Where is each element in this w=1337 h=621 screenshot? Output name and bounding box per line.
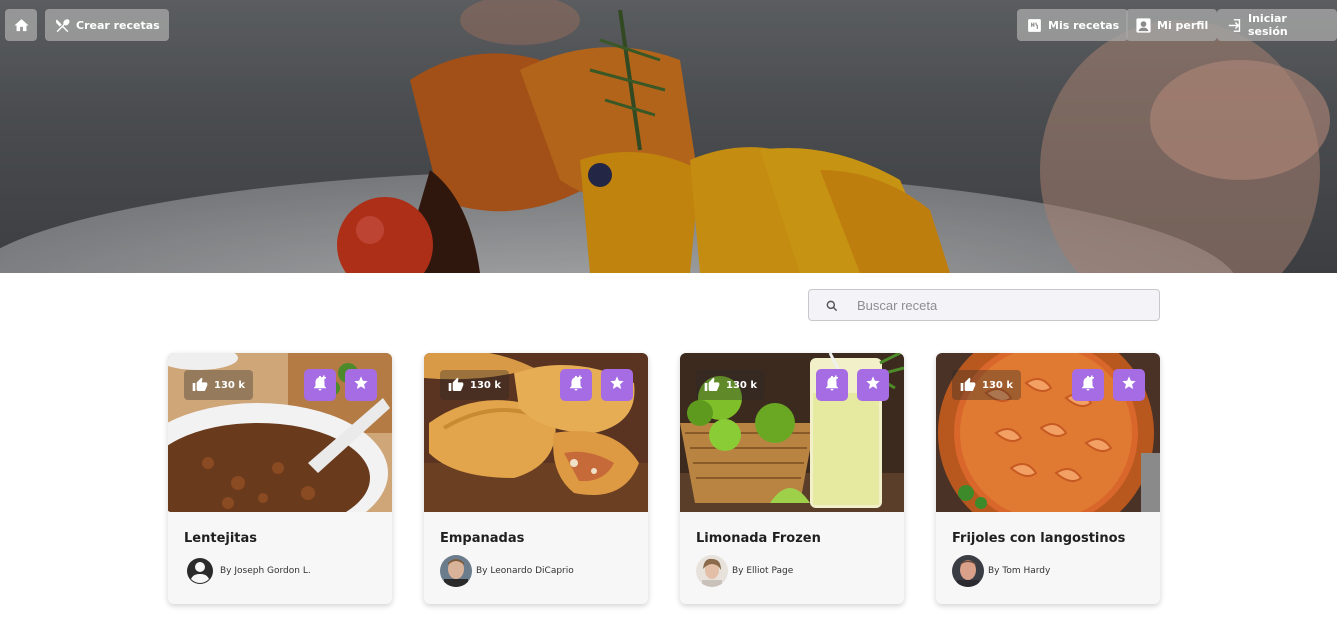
recipe-author[interactable]: By Elliot Page bbox=[696, 555, 793, 587]
thumbs-up-icon bbox=[960, 377, 976, 393]
star-icon bbox=[609, 375, 625, 395]
favorite-button[interactable] bbox=[857, 369, 889, 401]
bell-plus-icon bbox=[567, 374, 585, 396]
author-name: By Joseph Gordon L. bbox=[220, 566, 311, 576]
profile-icon bbox=[1135, 17, 1152, 34]
mi-perfil-button[interactable]: Mi perfil bbox=[1126, 9, 1218, 41]
mis-recetas-button[interactable]: Mis recetas bbox=[1017, 9, 1129, 41]
recipe-card[interactable]: 130 k Frijoles con langostinos By Tom Ha… bbox=[936, 353, 1160, 604]
favorite-button[interactable] bbox=[601, 369, 633, 401]
recipe-title: Limonada Frozen bbox=[696, 531, 821, 546]
crear-recetas-label: Crear recetas bbox=[76, 18, 160, 32]
search-icon bbox=[825, 298, 839, 312]
recipe-card[interactable]: 130 k Lentejitas By Joseph Gordon L. bbox=[168, 353, 392, 604]
recipe-card[interactable]: 130 k Empanadas By Leonardo DiCaprio bbox=[424, 353, 648, 604]
home-icon bbox=[13, 17, 30, 34]
mi-perfil-label: Mi perfil bbox=[1157, 18, 1209, 32]
thumbs-up-icon bbox=[448, 377, 464, 393]
likes-count: 130 k bbox=[726, 379, 758, 391]
notify-button[interactable] bbox=[560, 369, 592, 401]
avatar bbox=[952, 555, 984, 587]
search-bar bbox=[808, 289, 1160, 321]
likes-badge[interactable]: 130 k bbox=[696, 370, 766, 400]
login-icon bbox=[1226, 17, 1243, 34]
likes-count: 130 k bbox=[214, 379, 246, 391]
star-icon bbox=[353, 375, 369, 395]
bell-plus-icon bbox=[311, 374, 329, 396]
crear-recetas-button[interactable]: Crear recetas bbox=[45, 9, 169, 41]
user-circle-icon bbox=[184, 555, 216, 587]
search-input[interactable] bbox=[857, 297, 1147, 313]
likes-count: 130 k bbox=[470, 379, 502, 391]
bell-plus-icon bbox=[1079, 374, 1097, 396]
iniciar-sesion-button[interactable]: Iniciar sesión bbox=[1217, 9, 1337, 41]
thumbs-up-icon bbox=[192, 377, 208, 393]
iniciar-sesion-label: Iniciar sesión bbox=[1248, 12, 1288, 38]
thumbs-up-icon bbox=[704, 377, 720, 393]
favorite-button[interactable] bbox=[1113, 369, 1145, 401]
favorite-button[interactable] bbox=[345, 369, 377, 401]
recipe-author[interactable]: By Joseph Gordon L. bbox=[184, 555, 311, 587]
recipe-title: Frijoles con langostinos bbox=[952, 531, 1126, 546]
author-name: By Leonardo DiCaprio bbox=[476, 566, 574, 576]
likes-badge[interactable]: 130 k bbox=[440, 370, 510, 400]
recipe-author[interactable]: By Leonardo DiCaprio bbox=[440, 555, 574, 587]
recipe-title: Lentejitas bbox=[184, 531, 258, 546]
likes-badge[interactable]: 130 k bbox=[184, 370, 254, 400]
recipe-author[interactable]: By Tom Hardy bbox=[952, 555, 1050, 587]
recipe-title: Empanadas bbox=[440, 531, 525, 546]
notify-button[interactable] bbox=[816, 369, 848, 401]
star-icon bbox=[1121, 375, 1137, 395]
notify-button[interactable] bbox=[1072, 369, 1104, 401]
star-icon bbox=[865, 375, 881, 395]
avatar bbox=[696, 555, 728, 587]
avatar bbox=[184, 555, 216, 587]
recipe-book-icon bbox=[1026, 17, 1043, 34]
likes-badge[interactable]: 130 k bbox=[952, 370, 1022, 400]
likes-count: 130 k bbox=[982, 379, 1014, 391]
utensils-icon bbox=[54, 17, 71, 34]
recipe-card[interactable]: 130 k Limonada Frozen By Elliot Page bbox=[680, 353, 904, 604]
mis-recetas-label: Mis recetas bbox=[1048, 18, 1120, 32]
avatar bbox=[440, 555, 472, 587]
notify-button[interactable] bbox=[304, 369, 336, 401]
bell-plus-icon bbox=[823, 374, 841, 396]
author-name: By Elliot Page bbox=[732, 566, 794, 576]
home-button[interactable] bbox=[5, 9, 37, 41]
author-name: By Tom Hardy bbox=[988, 566, 1051, 576]
